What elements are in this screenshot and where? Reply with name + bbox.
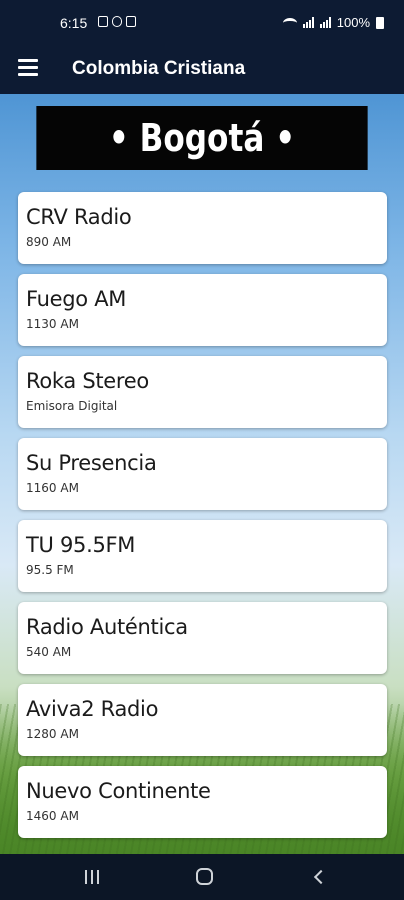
station-item[interactable]: Radio Auténtica 540 AM xyxy=(18,602,387,674)
notification-icons xyxy=(98,16,136,27)
app-bar: Colombia Cristiana xyxy=(0,46,404,94)
station-name: Nuevo Continente xyxy=(26,779,211,803)
station-item[interactable]: Su Presencia 1160 AM xyxy=(18,438,387,510)
status-indicators: 100% xyxy=(282,15,384,30)
battery-percent: 100% xyxy=(336,15,370,30)
station-frequency: 95.5 FM xyxy=(26,563,74,577)
signal-1-icon xyxy=(302,17,314,28)
station-item[interactable]: Fuego AM 1130 AM xyxy=(18,274,387,346)
station-frequency: 890 AM xyxy=(26,235,72,249)
station-item[interactable]: CRV Radio 890 AM xyxy=(18,192,387,264)
app-notification-icon xyxy=(126,16,136,27)
signal-2-icon xyxy=(319,17,331,28)
station-item[interactable]: TU 95.5FM 95.5 FM xyxy=(18,520,387,592)
station-name: TU 95.5FM xyxy=(26,533,136,557)
recent-apps-icon[interactable] xyxy=(80,866,104,888)
hamburger-menu-icon[interactable] xyxy=(18,59,38,76)
station-item[interactable]: Nuevo Continente 1460 AM xyxy=(18,766,387,838)
station-name: Fuego AM xyxy=(26,287,127,311)
station-name: Roka Stereo xyxy=(26,369,149,393)
station-name: Aviva2 Radio xyxy=(26,697,159,721)
main-content[interactable]: • Bogotá • CRV Radio 890 AM Fuego AM 113… xyxy=(0,94,404,854)
station-item[interactable]: Aviva2 Radio 1280 AM xyxy=(18,684,387,756)
station-frequency: 1130 AM xyxy=(26,317,79,331)
station-frequency: 1280 AM xyxy=(26,727,79,741)
wifi-icon xyxy=(282,17,297,28)
status-bar: 6:15 100% xyxy=(0,0,404,46)
battery-icon xyxy=(376,16,384,29)
station-name: Su Presencia xyxy=(26,451,157,475)
back-icon[interactable] xyxy=(308,866,332,888)
home-icon[interactable] xyxy=(192,866,216,888)
station-name: Radio Auténtica xyxy=(26,615,188,639)
link-notification-icon xyxy=(112,16,122,27)
app-title: Colombia Cristiana xyxy=(72,58,246,79)
station-list: CRV Radio 890 AM Fuego AM 1130 AM Roka S… xyxy=(18,192,387,848)
station-name: CRV Radio xyxy=(26,205,132,229)
station-item[interactable]: Roka Stereo Emisora Digital xyxy=(18,356,387,428)
station-frequency: 540 AM xyxy=(26,645,72,659)
station-frequency: 1160 AM xyxy=(26,481,79,495)
status-time: 6:15 xyxy=(60,15,88,31)
station-frequency: 1460 AM xyxy=(26,809,79,823)
city-banner: • Bogotá • xyxy=(36,106,368,170)
station-frequency: Emisora Digital xyxy=(26,399,118,413)
system-navigation-bar xyxy=(0,854,404,900)
gallery-notification-icon xyxy=(98,16,108,27)
